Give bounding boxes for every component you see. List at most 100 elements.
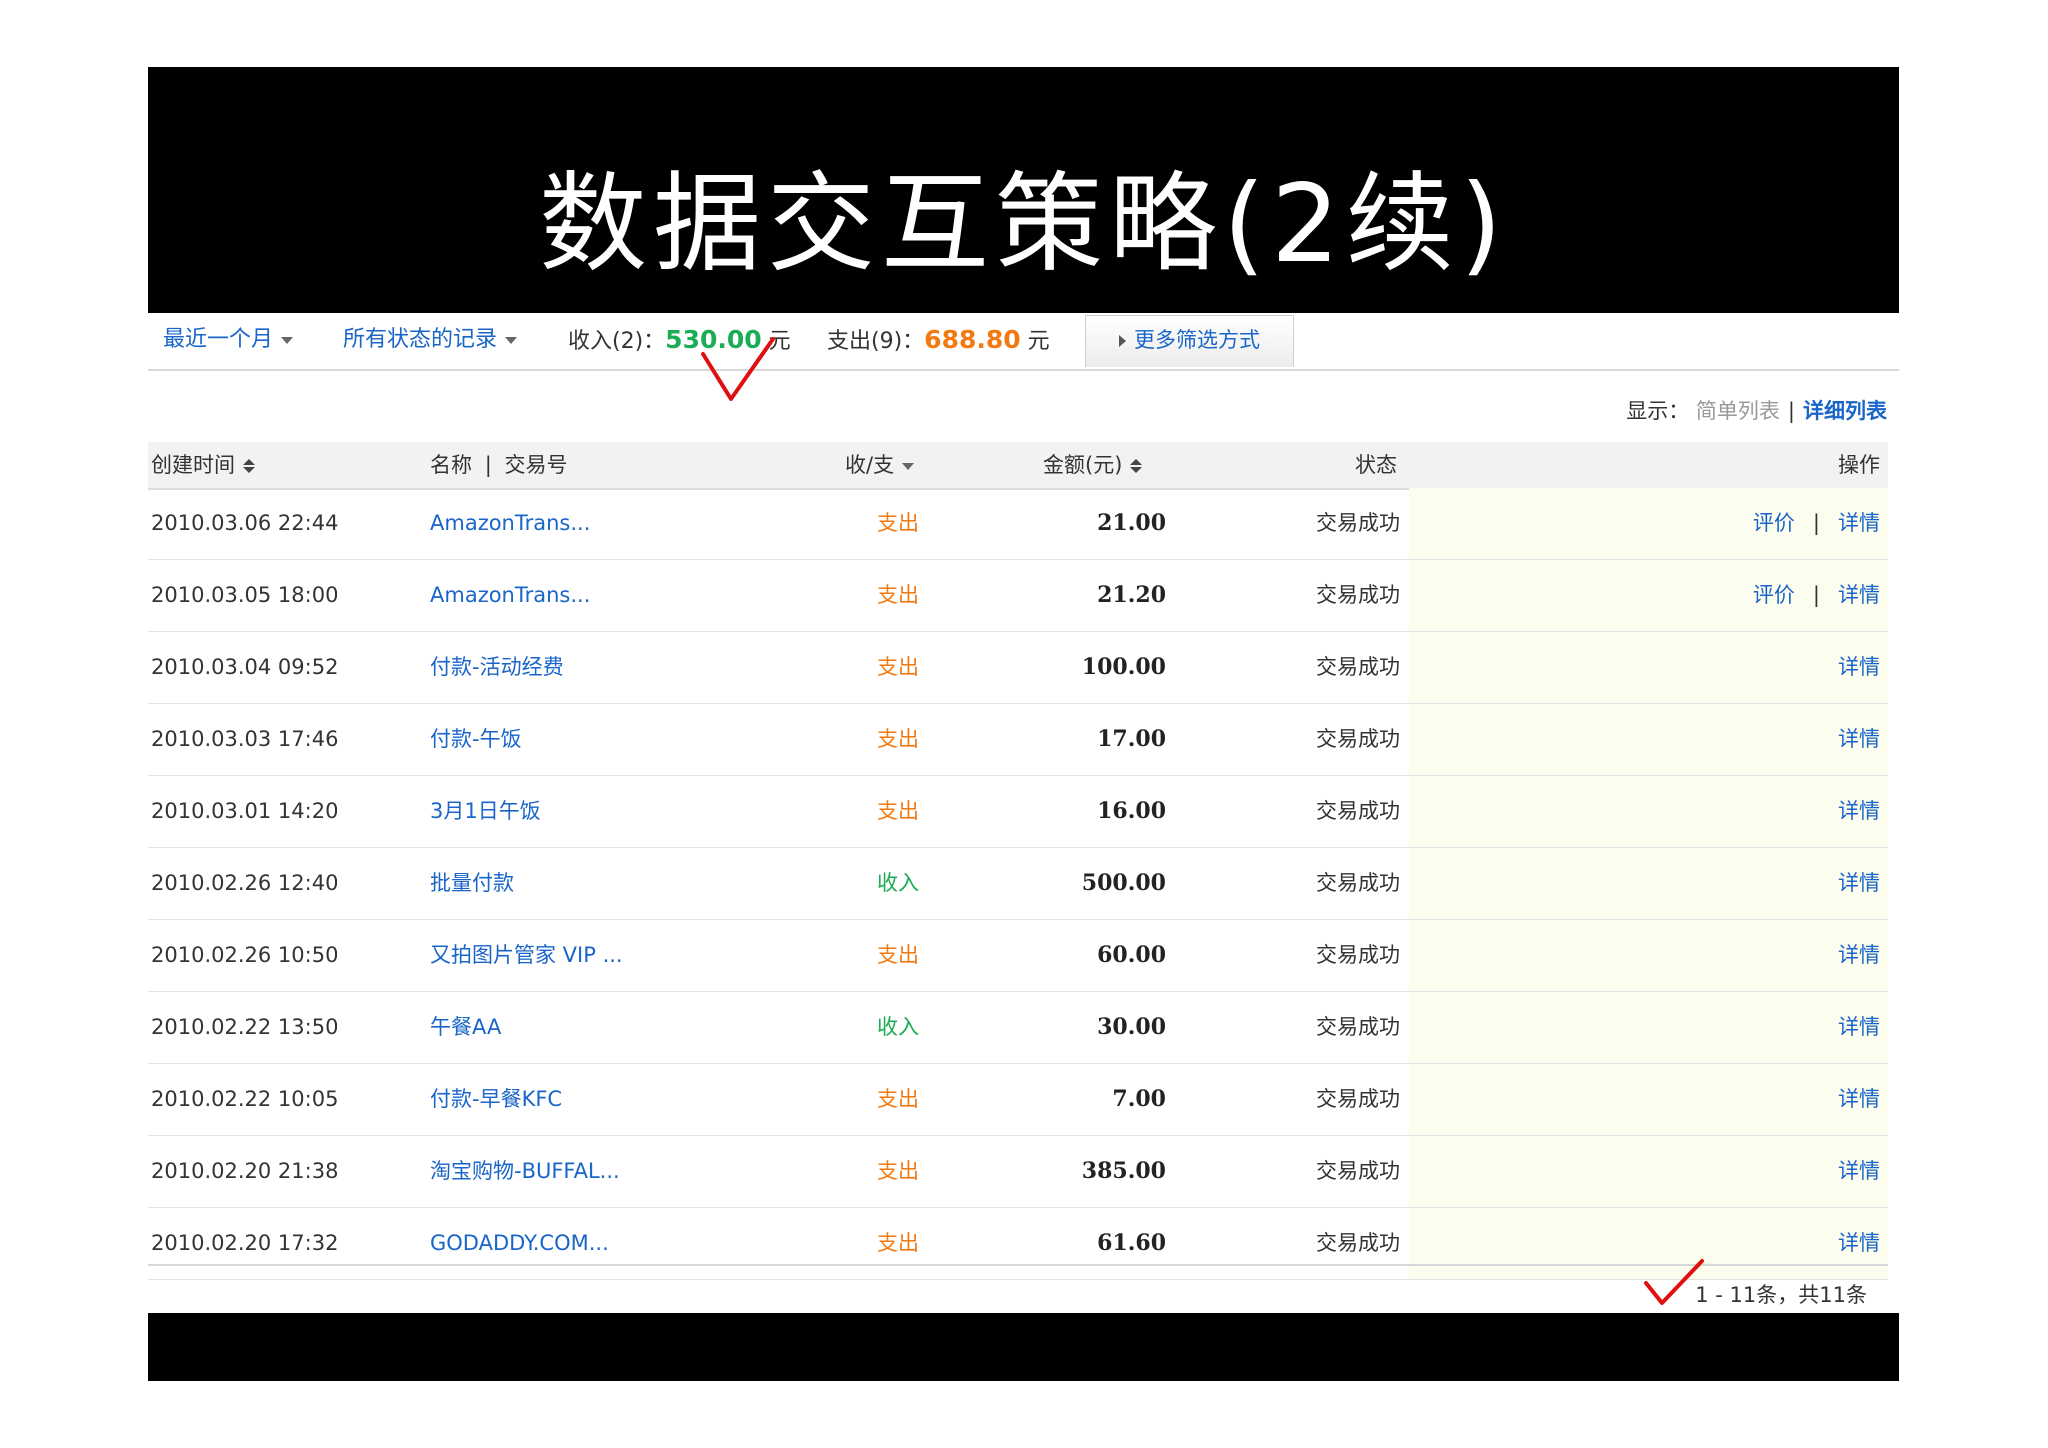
detail-link[interactable]: 详情 <box>1838 943 1880 967</box>
row-actions: 评价 | 详情 <box>1753 488 1880 559</box>
transaction-name-link[interactable]: 又拍图片管家 VIP ... <box>430 920 623 991</box>
slide-title: 数据交互策略(2续) <box>539 162 1508 287</box>
amount-value: 60.00 <box>1097 942 1166 968</box>
expense-currency: 元 <box>1027 329 1050 354</box>
transaction-name-link[interactable]: 付款-活动经费 <box>430 632 564 703</box>
status-label: 交易成功 <box>1316 943 1400 967</box>
status-label: 交易成功 <box>1316 1159 1400 1183</box>
income-label: 收入(2)： <box>568 329 666 354</box>
created-time: 2010.02.22 10:05 <box>151 1087 339 1111</box>
created-time: 2010.02.20 17:32 <box>151 1231 339 1255</box>
transaction-name-link[interactable]: AmazonTrans... <box>430 560 590 631</box>
amount-value: 7.00 <box>1112 1086 1166 1112</box>
direction-label: 收入 <box>877 1015 919 1039</box>
direction-label: 支出 <box>877 583 919 607</box>
header-created-time-label: 创建时间 <box>151 453 235 477</box>
header-amount[interactable]: 金额(元) <box>1043 442 1143 488</box>
action-cell-background <box>1409 776 1888 847</box>
transaction-list: 2010.03.06 22:44 AmazonTrans... 支出 21.00 交易成… <box>148 488 1888 1280</box>
simple-list-link[interactable]: 简单列表 <box>1696 399 1780 423</box>
row-actions: 详情 <box>1838 1208 1880 1279</box>
amount-value: 30.00 <box>1097 1014 1166 1040</box>
detail-link[interactable]: 详情 <box>1838 583 1880 607</box>
amount-value: 16.00 <box>1097 798 1166 824</box>
amount-value: 385.00 <box>1081 1158 1166 1184</box>
detail-link[interactable]: 详情 <box>1838 1231 1880 1255</box>
period-filter-dropdown[interactable]: 最近一个月 <box>163 313 294 369</box>
transaction-name-link[interactable]: GODADDY.COM... <box>430 1208 609 1279</box>
more-filters-button[interactable]: 更多筛选方式 <box>1085 315 1294 367</box>
header-direction[interactable]: 收/支 <box>845 442 915 488</box>
transaction-name-link[interactable]: 午餐AA <box>430 992 501 1063</box>
chevron-down-icon <box>505 336 518 344</box>
amount-value: 17.00 <box>1097 726 1166 752</box>
header-separator: | <box>484 453 492 477</box>
table-row: 2010.02.26 12:40 批量付款 收入 500.00 交易成功 详情 <box>148 848 1888 920</box>
row-actions: 详情 <box>1838 848 1880 919</box>
header-action: 操作 <box>1838 453 1880 477</box>
row-actions: 详情 <box>1838 704 1880 775</box>
table-header: 创建时间 名称 | 交易号 收/支 金额(元) 状态 操作 <box>148 442 1888 490</box>
detail-link[interactable]: 详情 <box>1838 871 1880 895</box>
direction-label: 支出 <box>877 1231 919 1255</box>
action-cell-background <box>1409 920 1888 991</box>
action-separator: | <box>1812 583 1820 607</box>
status-label: 交易成功 <box>1316 1015 1400 1039</box>
table-row: 2010.02.22 13:50 午餐AA 收入 30.00 交易成功 详情 <box>148 992 1888 1064</box>
transaction-name-link[interactable]: 批量付款 <box>430 848 514 919</box>
expense-summary: 支出(9)：688.80 元 <box>827 313 1050 369</box>
table-row: 2010.02.22 10:05 付款-早餐KFC 支出 7.00 交易成功 详情 <box>148 1064 1888 1136</box>
row-actions: 详情 <box>1838 920 1880 991</box>
transaction-name-link[interactable]: 淘宝购物-BUFFAL... <box>430 1136 620 1207</box>
row-actions: 评价 | 详情 <box>1753 560 1880 631</box>
direction-label: 收入 <box>877 871 919 895</box>
status-filter-label: 所有状态的记录 <box>343 327 498 352</box>
detail-link[interactable]: 详情 <box>1838 727 1880 751</box>
transaction-name-link[interactable]: 3月1日午饭 <box>430 776 541 847</box>
created-time: 2010.02.20 21:38 <box>151 1159 339 1183</box>
table-row: 2010.02.20 17:32 GODADDY.COM... 支出 61.60 交易成… <box>148 1208 1888 1280</box>
period-filter-label: 最近一个月 <box>163 327 274 352</box>
status-label: 交易成功 <box>1316 799 1400 823</box>
sort-icon <box>1130 459 1143 473</box>
direction-label: 支出 <box>877 943 919 967</box>
amount-value: 500.00 <box>1081 870 1166 896</box>
detail-link[interactable]: 详情 <box>1838 511 1880 535</box>
filter-bar: 最近一个月 所有状态的记录 收入(2)：530.00 元 支出(9)：688.8… <box>148 313 1899 371</box>
header-name-label: 名称 <box>430 453 472 477</box>
expense-amount: 688.80 <box>924 325 1021 354</box>
direction-label: 支出 <box>877 1159 919 1183</box>
amount-value: 100.00 <box>1081 654 1166 680</box>
rate-link[interactable]: 评价 <box>1753 583 1795 607</box>
detail-link[interactable]: 详情 <box>1838 1015 1880 1039</box>
detail-link[interactable]: 详情 <box>1838 1159 1880 1183</box>
detail-list-link[interactable]: 详细列表 <box>1803 399 1887 423</box>
detail-link[interactable]: 详情 <box>1838 799 1880 823</box>
header-direction-label: 收/支 <box>845 453 895 477</box>
rate-link[interactable]: 评价 <box>1753 511 1795 535</box>
status-label: 交易成功 <box>1316 727 1400 751</box>
transaction-name-link[interactable]: AmazonTrans... <box>430 488 590 559</box>
status-label: 交易成功 <box>1316 511 1400 535</box>
table-row: 2010.02.20 21:38 淘宝购物-BUFFAL... 支出 385.00 交易… <box>148 1136 1888 1208</box>
action-cell-background <box>1409 848 1888 919</box>
table-row: 2010.03.03 17:46 付款-午饭 支出 17.00 交易成功 详情 <box>148 704 1888 776</box>
transaction-name-link[interactable]: 付款-午饭 <box>430 704 522 775</box>
amount-value: 21.20 <box>1097 582 1166 608</box>
action-cell-background <box>1409 992 1888 1063</box>
table-bottom-border <box>148 1264 1888 1266</box>
status-label: 交易成功 <box>1316 583 1400 607</box>
created-time: 2010.02.26 12:40 <box>151 871 339 895</box>
action-cell-background <box>1409 632 1888 703</box>
status-filter-dropdown[interactable]: 所有状态的记录 <box>343 313 518 369</box>
chevron-down-icon <box>281 336 294 344</box>
detail-link[interactable]: 详情 <box>1838 655 1880 679</box>
direction-label: 支出 <box>877 727 919 751</box>
detail-link[interactable]: 详情 <box>1838 1087 1880 1111</box>
display-switch: 显示： 简单列表 | 详细列表 <box>1626 395 1887 425</box>
transaction-name-link[interactable]: 付款-早餐KFC <box>430 1064 562 1135</box>
display-label: 显示： <box>1626 399 1690 423</box>
status-label: 交易成功 <box>1316 655 1400 679</box>
created-time: 2010.03.05 18:00 <box>151 583 339 607</box>
header-created-time[interactable]: 创建时间 <box>151 442 255 488</box>
